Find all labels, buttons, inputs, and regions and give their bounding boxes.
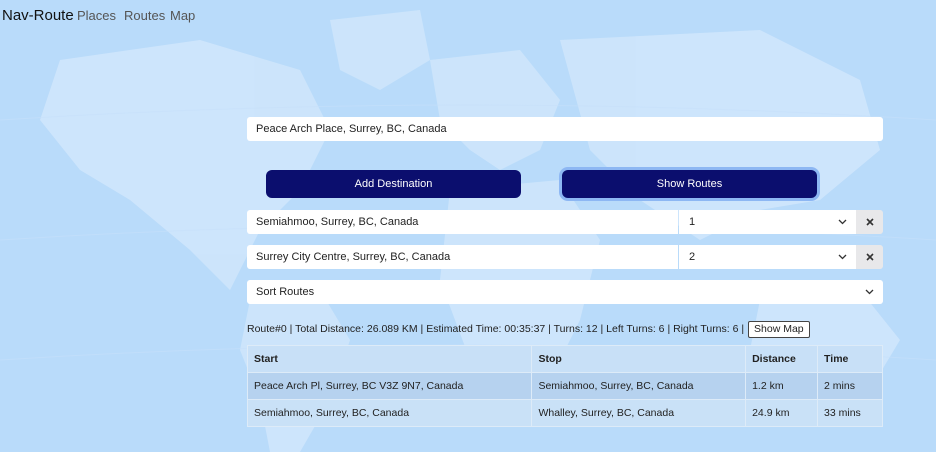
brand-logo[interactable]: Nav-Route bbox=[2, 7, 74, 24]
destination-input[interactable]: Semiahmoo, Surrey, BC, Canada bbox=[247, 210, 678, 234]
table-header-row: Start Stop Distance Time bbox=[246, 345, 883, 373]
destination-row: Semiahmoo, Surrey, BC, Canada 1 bbox=[247, 210, 883, 234]
destination-order-select[interactable]: 1 bbox=[679, 210, 856, 234]
destination-row: Surrey City Centre, Surrey, BC, Canada 2 bbox=[247, 245, 883, 269]
column-header-start: Start bbox=[246, 345, 533, 373]
table-row: Peace Arch Pl, Surrey, BC V3Z 9N7, Canad… bbox=[246, 372, 883, 400]
app-root: Nav-Route Places Routes Map Add Destinat… bbox=[0, 0, 936, 452]
close-icon bbox=[865, 253, 874, 261]
close-icon bbox=[865, 218, 874, 226]
cell-time: 33 mins bbox=[817, 399, 883, 427]
column-header-time: Time bbox=[817, 345, 883, 373]
chevron-down-icon bbox=[865, 280, 874, 304]
nav-link-map[interactable]: Map bbox=[170, 8, 195, 23]
cell-stop: Semiahmoo, Surrey, BC, Canada bbox=[531, 372, 747, 400]
chevron-down-icon bbox=[838, 210, 847, 234]
remove-destination-button[interactable] bbox=[856, 245, 883, 269]
chevron-down-icon bbox=[838, 245, 847, 269]
cell-distance: 1.2 km bbox=[745, 372, 819, 400]
show-routes-button[interactable]: Show Routes bbox=[562, 170, 817, 198]
route-summary: Route#0 | Total Distance: 26.089 KM | Es… bbox=[247, 320, 810, 338]
cell-stop: Whalley, Surrey, BC, Canada bbox=[531, 399, 747, 427]
destination-order-value: 1 bbox=[689, 216, 696, 228]
nav-link-places[interactable]: Places bbox=[77, 8, 116, 23]
table-row: Semiahmoo, Surrey, BC, Canada Whalley, S… bbox=[246, 399, 883, 427]
cell-start: Semiahmoo, Surrey, BC, Canada bbox=[246, 399, 533, 427]
cell-distance: 24.9 km bbox=[745, 399, 819, 427]
cell-start: Peace Arch Pl, Surrey, BC V3Z 9N7, Canad… bbox=[246, 372, 533, 400]
routes-table: Start Stop Distance Time Peace Arch Pl, … bbox=[246, 345, 883, 427]
sort-routes-select[interactable]: Sort Routes bbox=[247, 280, 883, 304]
sort-routes-label: Sort Routes bbox=[256, 286, 315, 298]
origin-input[interactable] bbox=[247, 117, 883, 141]
column-header-distance: Distance bbox=[745, 345, 819, 373]
nav-link-routes[interactable]: Routes bbox=[124, 8, 165, 23]
destination-input[interactable]: Surrey City Centre, Surrey, BC, Canada bbox=[247, 245, 678, 269]
remove-destination-button[interactable] bbox=[856, 210, 883, 234]
show-map-button[interactable]: Show Map bbox=[748, 321, 810, 338]
add-destination-button[interactable]: Add Destination bbox=[266, 170, 521, 198]
route-summary-text: Route#0 | Total Distance: 26.089 KM | Es… bbox=[247, 323, 745, 335]
destination-order-select[interactable]: 2 bbox=[679, 245, 856, 269]
column-header-stop: Stop bbox=[531, 345, 747, 373]
destination-order-value: 2 bbox=[689, 251, 696, 263]
cell-time: 2 mins bbox=[817, 372, 883, 400]
